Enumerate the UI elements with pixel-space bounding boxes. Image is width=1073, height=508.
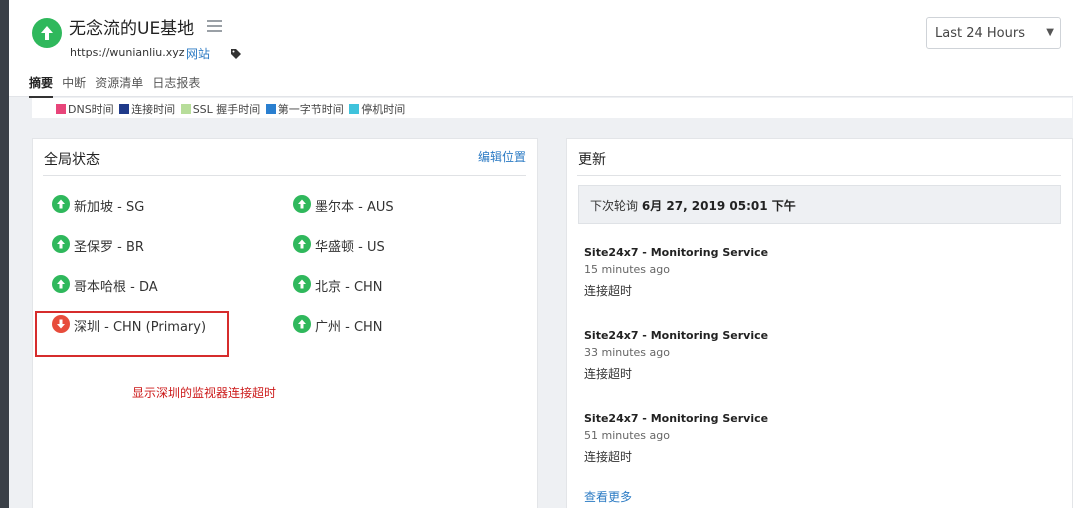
location-label: 哥本哈根 - DA bbox=[74, 280, 158, 295]
update-source: Site24x7 - Monitoring Service bbox=[584, 329, 769, 342]
update-time: 51 minutes ago bbox=[584, 429, 670, 442]
next-poll-label: 下次轮询 bbox=[590, 199, 639, 213]
legend-item: SSL 握手时间 bbox=[180, 101, 260, 117]
tab-outages[interactable]: 中断 bbox=[62, 74, 86, 96]
status-up-icon bbox=[32, 18, 62, 48]
website-link[interactable]: 网站 bbox=[186, 45, 210, 62]
update-message: 连接超时 bbox=[584, 284, 633, 298]
updates-panel: 更新 下次轮询 6月 27, 2019 05:01 下午 Site24x7 - … bbox=[566, 138, 1073, 508]
status-up-icon bbox=[293, 235, 311, 253]
update-time: 33 minutes ago bbox=[584, 346, 670, 359]
status-up-icon bbox=[52, 275, 70, 293]
annotation-text: 显示深圳的监视器连接超时 bbox=[132, 386, 277, 400]
panel-title: 全局状态 bbox=[44, 152, 100, 168]
legend-swatch bbox=[349, 104, 360, 114]
update-source: Site24x7 - Monitoring Service bbox=[584, 412, 769, 425]
divider bbox=[577, 175, 1061, 176]
tab-log-report[interactable]: 日志报表 bbox=[152, 74, 200, 96]
legend-swatch bbox=[56, 104, 66, 114]
location-label: 北京 - CHN bbox=[315, 280, 383, 295]
monitor-url: https://wunianliu.xyz bbox=[70, 46, 185, 59]
global-status-panel: 全局状态 编辑位置 新加坡 - SG 墨尔本 - AUS 圣保罗 - BR 华盛… bbox=[32, 138, 538, 508]
legend-item: 停机时间 bbox=[349, 101, 405, 117]
legend-item: DNS时间 bbox=[56, 101, 114, 117]
status-up-icon bbox=[293, 315, 311, 333]
tag-icon[interactable] bbox=[230, 45, 242, 64]
menu-icon[interactable] bbox=[207, 20, 222, 32]
time-period-select[interactable]: Last 24 Hours ▼ bbox=[926, 17, 1061, 49]
tab-inventory[interactable]: 资源清单 bbox=[95, 74, 143, 96]
update-source: Site24x7 - Monitoring Service bbox=[584, 246, 769, 259]
legend-swatch bbox=[119, 104, 130, 114]
tab-summary[interactable]: 摘要 bbox=[29, 74, 54, 98]
status-up-icon bbox=[52, 235, 70, 253]
status-up-icon bbox=[52, 195, 70, 213]
status-up-icon bbox=[293, 195, 311, 213]
left-sidebar-edge bbox=[0, 0, 9, 508]
monitor-tabs: 摘要 中断 资源清单 日志报表 bbox=[29, 72, 204, 98]
next-poll-banner: 下次轮询 6月 27, 2019 05:01 下午 bbox=[578, 185, 1061, 224]
update-item: Site24x7 - Monitoring Service 51 minutes… bbox=[584, 412, 768, 465]
monitor-title: 无念流的UE基地 bbox=[69, 19, 195, 39]
annotation-highlight-box bbox=[35, 311, 229, 357]
next-poll-time: 6月 27, 2019 05:01 下午 bbox=[641, 199, 796, 213]
time-period-value: Last 24 Hours bbox=[935, 26, 1025, 41]
update-message: 连接超时 bbox=[584, 367, 633, 381]
update-item: Site24x7 - Monitoring Service 15 minutes… bbox=[584, 246, 768, 299]
edit-locations-link[interactable]: 编辑位置 bbox=[478, 148, 526, 165]
legend-item: 第一字节时间 bbox=[265, 101, 344, 117]
legend-swatch bbox=[180, 104, 191, 114]
response-time-legend: DNS时间 连接时间 SSL 握手时间 第一字节时间 停机时间 bbox=[32, 98, 1072, 118]
view-more-link[interactable]: 查看更多 bbox=[584, 488, 632, 505]
update-message: 连接超时 bbox=[584, 450, 633, 464]
monitor-header: 无念流的UE基地 https://wunianliu.xyz 网站 Last 2… bbox=[9, 0, 1073, 98]
location-label: 新加坡 - SG bbox=[74, 200, 145, 215]
legend-swatch bbox=[265, 104, 276, 114]
location-label: 墨尔本 - AUS bbox=[315, 200, 394, 215]
legend-item: 连接时间 bbox=[119, 101, 175, 117]
update-time: 15 minutes ago bbox=[584, 263, 670, 276]
update-item: Site24x7 - Monitoring Service 33 minutes… bbox=[584, 329, 768, 382]
location-label: 广州 - CHN bbox=[315, 320, 383, 335]
location-label: 圣保罗 - BR bbox=[74, 240, 144, 255]
panel-title: 更新 bbox=[578, 152, 606, 168]
chevron-down-icon: ▼ bbox=[1046, 27, 1054, 38]
status-up-icon bbox=[293, 275, 311, 293]
location-label: 华盛顿 - US bbox=[315, 240, 385, 255]
divider bbox=[43, 175, 526, 176]
